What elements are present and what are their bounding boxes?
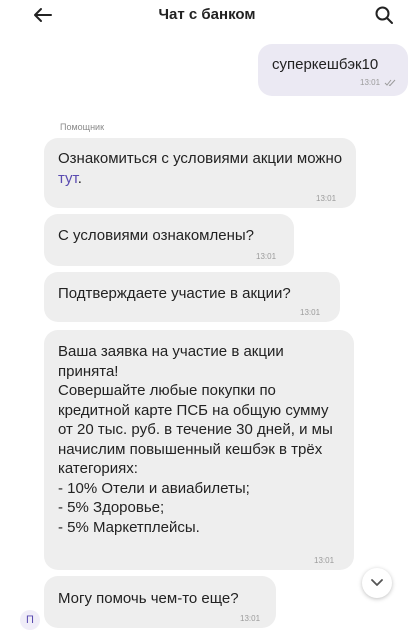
message-text: Подтверждаете участие в акции?: [58, 285, 291, 302]
message-time: 13:01: [300, 308, 321, 317]
message-text-part: .: [77, 169, 82, 187]
outgoing-message: суперкешбэк10 13:01: [258, 44, 408, 96]
avatar: П: [20, 610, 40, 630]
search-button[interactable]: [372, 3, 396, 27]
message-text: суперкешбэк10: [272, 56, 379, 73]
incoming-message: Подтверждаете участие в акции? 13:01: [44, 272, 340, 322]
search-icon: [375, 6, 393, 24]
page-title: Чат с банком: [158, 6, 256, 23]
sender-label: Помощник: [60, 122, 105, 132]
message-time: 13:01: [360, 78, 381, 87]
incoming-message: Ваша заявка на участие в акции принята! …: [44, 330, 354, 570]
incoming-message: Ознакомиться с условиями акции можно тут…: [44, 138, 356, 208]
chat-header: Чат с банком: [0, 0, 414, 30]
message-text: Ознакомиться с условиями акции можно тут…: [58, 149, 346, 188]
scroll-down-button[interactable]: [362, 568, 392, 598]
message-text-part: Ознакомиться с условиями акции можно: [58, 150, 343, 167]
message-time: 13:01: [256, 252, 277, 261]
terms-link[interactable]: тут: [58, 170, 78, 187]
double-check-icon: [384, 79, 396, 87]
message-text: С условиями ознакомлены?: [58, 227, 254, 244]
message-time: 13:01: [314, 556, 335, 565]
message-time: 13:01: [316, 194, 337, 203]
incoming-message: С условиями ознакомлены? 13:01: [44, 214, 294, 266]
message-time: 13:01: [240, 614, 261, 623]
incoming-message: Могу помочь чем-то еще? 13:01: [44, 576, 276, 628]
chevron-down-icon: [371, 579, 383, 586]
message-text: Могу помочь чем-то еще?: [58, 590, 239, 607]
message-text: Ваша заявка на участие в акции принята! …: [58, 343, 333, 536]
